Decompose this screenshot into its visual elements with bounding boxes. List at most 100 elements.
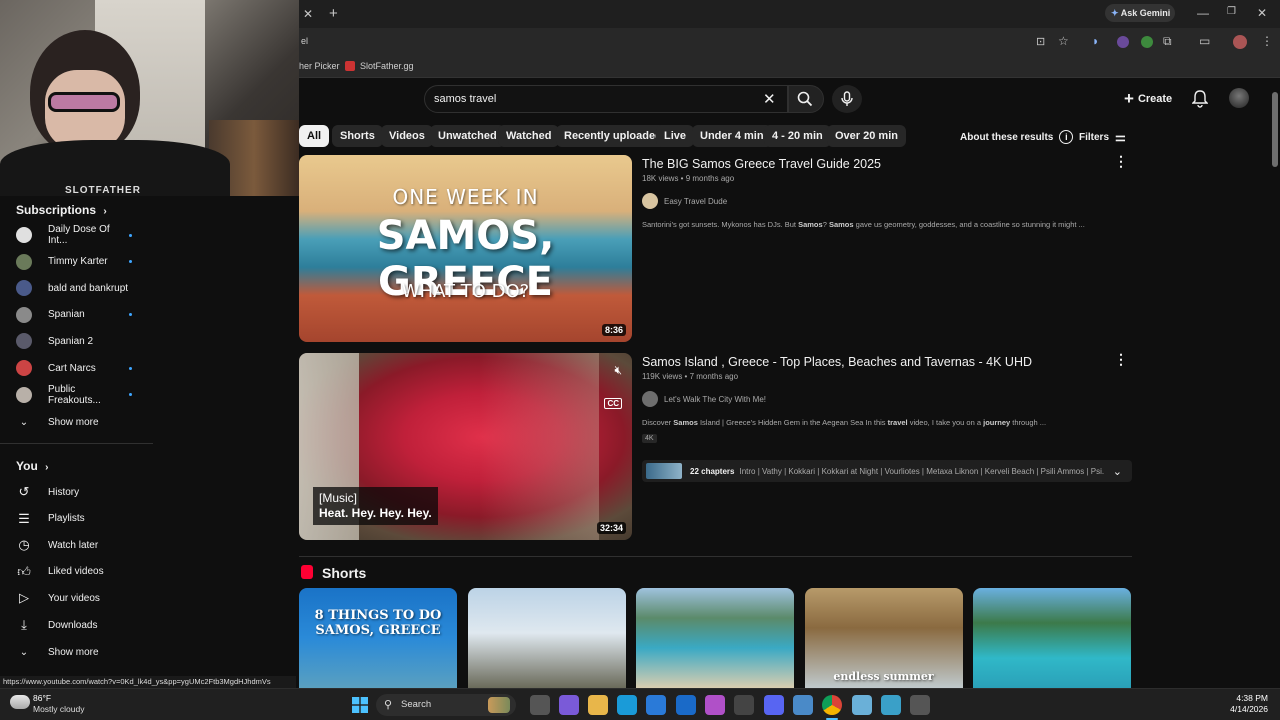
about-results-link[interactable]: About these results i [960,130,1074,144]
chevron-down-icon[interactable]: ⌄ [1113,465,1122,478]
extension-avatar-icon[interactable] [1117,36,1129,48]
plus-icon: + [1124,89,1134,108]
minimize-icon[interactable]: — [1197,6,1209,20]
voice-search-button[interactable] [832,85,862,113]
chapters-bar[interactable]: 22 chapters Intro | Vathy | Kokkari | Ko… [642,460,1132,482]
short-thumbnail[interactable] [973,588,1131,688]
video-title[interactable]: Samos Island , Greece - Top Places, Beac… [642,355,1032,369]
address-bar[interactable]: el ⊡ ☆ ◗ ⧉ ▭ ⋮ [299,28,1280,56]
discord-icon[interactable] [764,695,784,715]
extension-green-icon[interactable] [1141,36,1153,48]
menu-dots-icon[interactable]: ⋮ [1261,34,1273,48]
filter-chip[interactable]: Recently uploaded [556,125,670,147]
filter-chip[interactable]: All [299,125,330,147]
more-actions-icon[interactable]: ⋮ [1114,153,1128,170]
you-item-liked-videos[interactable]: 👍︎ Liked videos [0,559,153,585]
create-button[interactable]: + Create [1124,89,1172,109]
file-explorer-icon[interactable] [588,695,608,715]
captions-badge[interactable]: CC [604,398,622,409]
short-thumbnail[interactable] [467,588,626,688]
you-item-watch-later[interactable]: ◷ Watch later [0,532,153,558]
task-view-icon[interactable] [530,695,550,715]
search-input[interactable]: samos travel ✕ [424,85,788,113]
search-button[interactable] [788,85,824,113]
filter-chip[interactable]: Live [656,125,695,147]
short-thumbnail[interactable]: endless summer [804,588,963,688]
filters-button[interactable]: Filters ⚌ [1079,130,1126,144]
channel-link[interactable]: Let's Walk The City With Me! [642,391,766,407]
edge-icon[interactable] [617,695,637,715]
subscription-item[interactable]: Spanian [0,302,153,328]
close-tab-icon[interactable]: ✕ [303,7,313,21]
channel-avatar [16,306,32,323]
filter-chip[interactable]: Unwatched [430,125,505,147]
you-item-your-videos[interactable]: ▷ Your videos [0,585,153,611]
xbox-icon[interactable] [734,695,754,715]
search-value: samos travel [434,93,497,105]
copilot-icon[interactable] [559,695,579,715]
more-actions-icon[interactable]: ⋮ [1114,351,1128,368]
filter-chip[interactable]: Shorts [332,125,383,147]
profile-avatar[interactable] [1233,35,1247,49]
video-thumbnail[interactable]: 🔇︎ CC [Music] Heat. Hey. Hey. Hey. 32:34 [299,353,632,540]
notifications-bell-icon[interactable] [1192,90,1208,108]
mute-icon[interactable]: 🔇︎ [614,363,622,378]
new-content-dot [129,260,132,264]
chrome-icon[interactable] [822,695,842,715]
window-close-icon[interactable]: ✕ [1257,6,1267,20]
weather-temp: 86°F [33,693,52,703]
windows-start-icon[interactable] [352,697,368,713]
new-content-dot [129,233,132,237]
new-tab-icon[interactable]: + [329,5,338,22]
subscription-item[interactable]: Spanian 2 [0,328,153,354]
filter-chip[interactable]: Over 20 min [827,125,906,147]
app-c-icon[interactable] [852,695,872,715]
sidepanel-icon[interactable]: ▭ [1199,34,1210,48]
taskbar-search[interactable]: ⚲ Search [376,694,516,716]
filter-chip[interactable]: Videos [381,125,433,147]
bookmark-item[interactable]: SlotFather.gg [360,61,414,71]
subscription-item[interactable]: Daily Dose Of Int... [0,222,153,248]
show-more-subscriptions[interactable]: ⌄ Show more [0,409,153,435]
bookmark-star-icon[interactable]: ☆ [1058,34,1069,48]
install-icon[interactable]: ⊡ [1036,35,1045,48]
weather-desc: Mostly cloudy [33,704,85,714]
filter-chip[interactable]: 4 - 20 min [764,125,831,147]
extension-icon[interactable]: ◗ [1092,34,1099,48]
you-heading[interactable]: You › [16,459,48,473]
puzzle-icon[interactable]: ⧉ [1163,34,1172,49]
notepad-icon[interactable] [881,695,901,715]
video-title[interactable]: The BIG Samos Greece Travel Guide 2025 [642,157,881,171]
account-avatar[interactable] [1229,88,1249,108]
channel-avatar [16,253,32,270]
show-more-you[interactable]: ⌄ Show more [0,639,153,665]
obs-icon[interactable] [910,695,930,715]
outlook-icon[interactable] [676,695,696,715]
bookmarks-bar: her Picker SlotFather.gg [299,56,1280,78]
chapters-count: 22 chapters [690,466,735,476]
subscription-item[interactable]: bald and bankrupt [0,275,153,301]
bookmark-item[interactable]: her Picker [299,61,340,71]
filter-chip[interactable]: Watched [498,125,560,147]
video-thumbnail[interactable]: ONE WEEK IN SAMOS, GREECE WHAT TO DO? 8:… [299,155,632,342]
store-icon[interactable] [646,695,666,715]
clear-search-icon[interactable]: ✕ [763,90,776,108]
restore-icon[interactable]: ❐ [1227,6,1236,17]
scrollbar-thumb[interactable] [1272,92,1278,167]
subscription-item[interactable]: Cart Narcs [0,355,153,381]
remote-desktop-icon[interactable] [793,695,813,715]
subscription-item[interactable]: Timmy Karter [0,249,153,275]
ask-gemini-button[interactable]: ✦ Ask Gemini [1105,4,1175,22]
short-thumbnail[interactable]: 8 THINGS TO DO SAMOS, GREECE [299,588,457,688]
you-item-history[interactable]: ↺ History [0,479,153,505]
channel-link[interactable]: Easy Travel Dude [642,193,727,209]
scrollbar[interactable] [1270,82,1280,676]
you-item-playlists[interactable]: ☰ Playlists [0,506,153,532]
app-icon[interactable] [705,695,725,715]
short-thumbnail[interactable] [636,588,794,688]
subscriptions-heading[interactable]: Subscriptions › [16,203,107,217]
you-item-downloads[interactable]: ⤓ Downloads [0,612,153,638]
webcam-overlay: SLOTFATHER [0,0,299,196]
subscription-item[interactable]: Public Freakouts... [0,382,153,408]
filter-chip[interactable]: Under 4 min [692,125,772,147]
